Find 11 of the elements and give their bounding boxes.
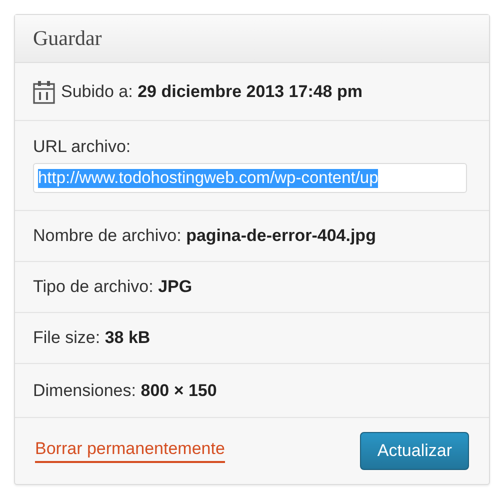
url-field[interactable]: http://www.todohostingweb.com/wp-content/up: [33, 163, 467, 193]
url-label: URL archivo:: [33, 137, 132, 157]
delete-link[interactable]: Borrar permanentemente: [35, 439, 225, 463]
file-detail: Dimensiones: 800 × 150: [33, 380, 217, 400]
panel-title: Guardar: [33, 26, 102, 51]
file-detail: Nombre de archivo: pagina-de-error-404.jpg: [33, 226, 376, 246]
update-button[interactable]: Actualizar: [360, 432, 469, 470]
file-detail: Tipo de archivo: JPG: [33, 277, 192, 297]
upload-date: Subido a: 29 diciembre 2013 17:48 pm: [61, 82, 362, 102]
file-detail: File size: 38 kB: [33, 328, 150, 348]
calendar-icon: [33, 80, 55, 104]
